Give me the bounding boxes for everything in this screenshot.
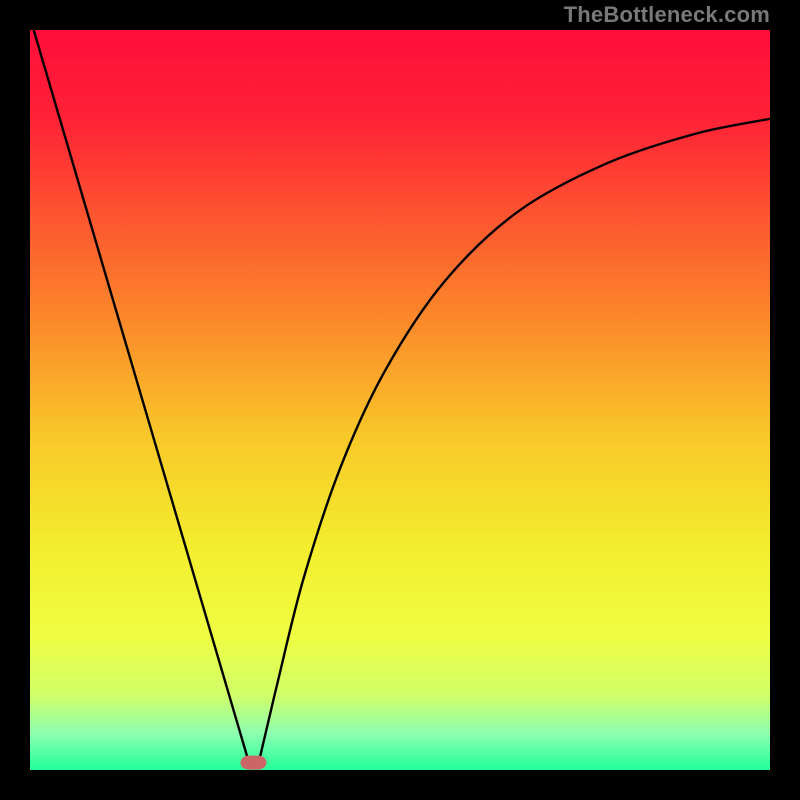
bottleneck-plot [30,30,770,770]
plot-background [30,30,770,770]
minimum-marker [240,756,266,770]
chart-frame: TheBottleneck.com [0,0,800,800]
attribution-text: TheBottleneck.com [564,2,770,28]
